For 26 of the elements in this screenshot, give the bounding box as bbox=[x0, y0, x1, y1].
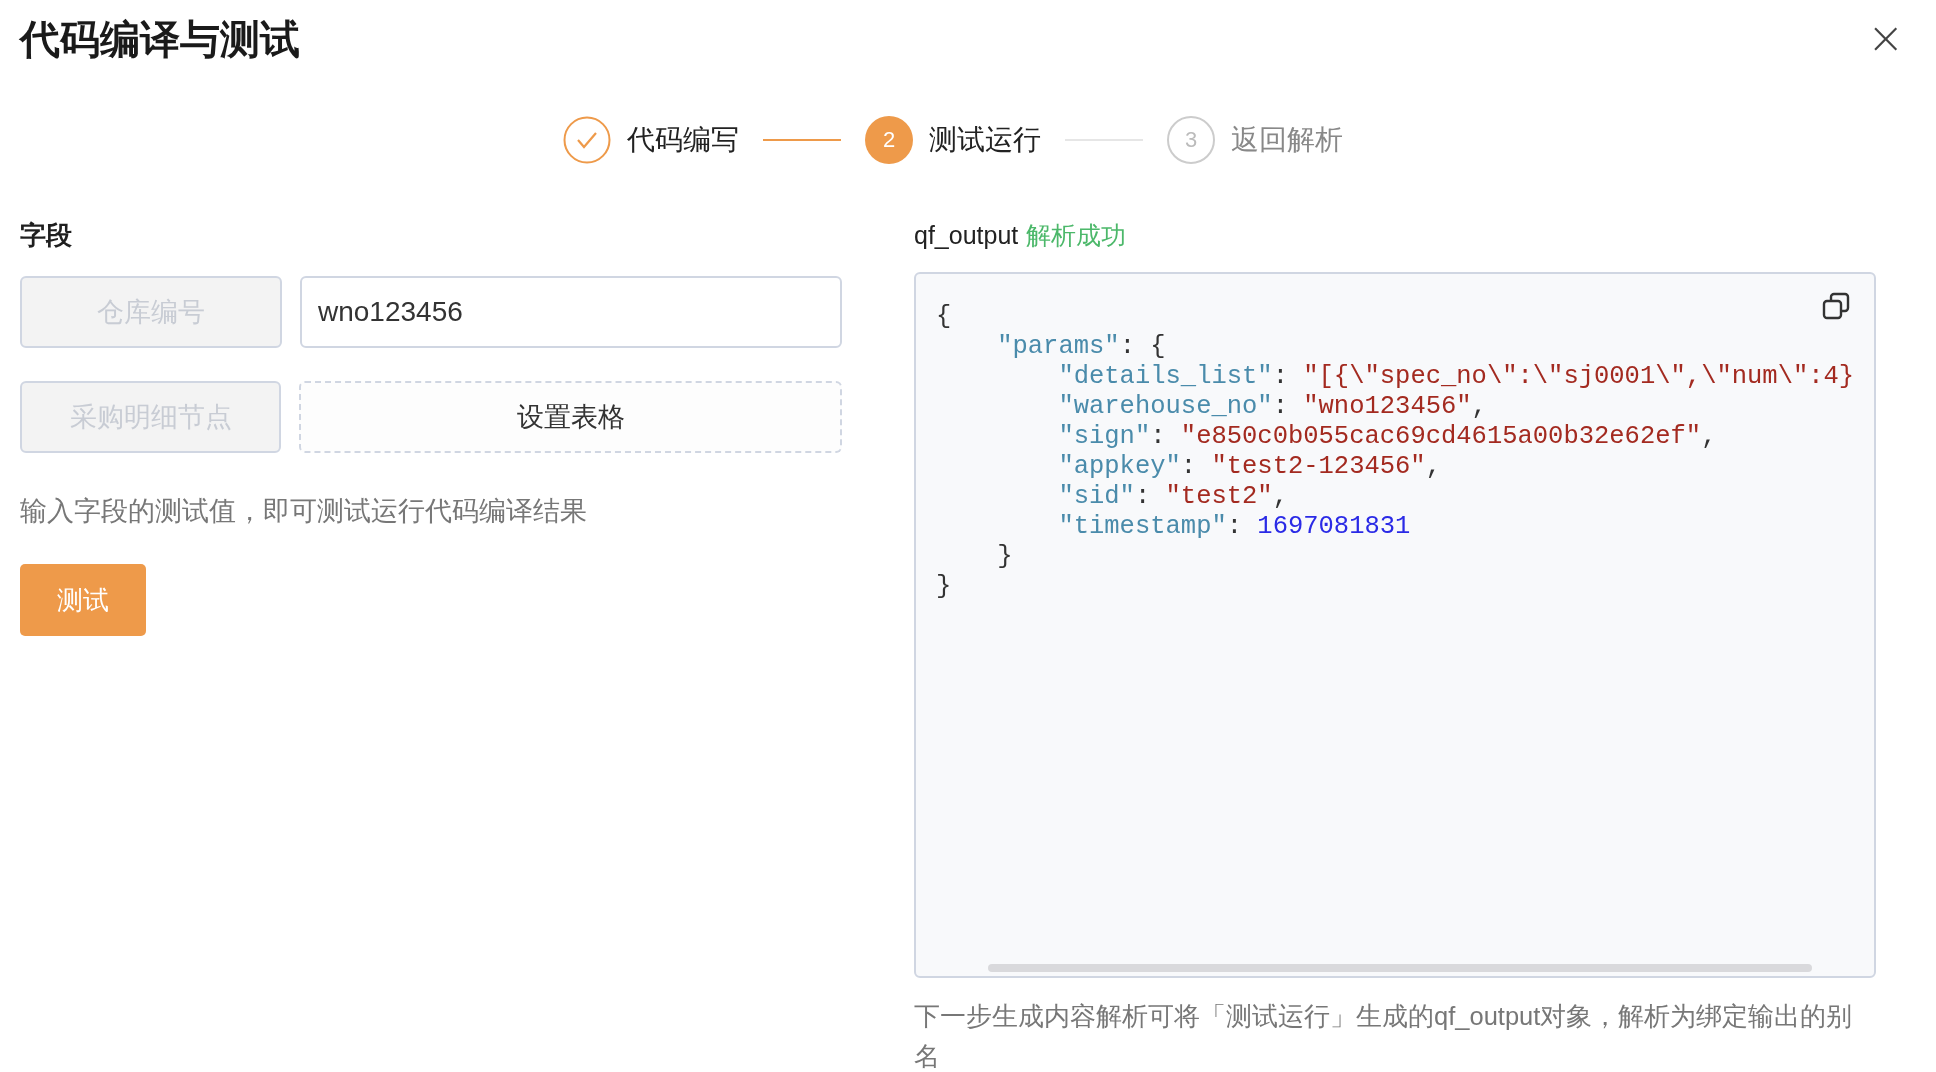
code-line: } bbox=[936, 572, 952, 602]
dialog-title: 代码编译与测试 bbox=[20, 16, 300, 63]
code-line: } bbox=[997, 542, 1013, 572]
code-line: "details_list": "[{\"spec_no\":\"sj0001\",\"num\":4} bbox=[1058, 362, 1855, 392]
set-table-button[interactable]: 设置表格 bbox=[299, 381, 842, 453]
copy-icon[interactable] bbox=[1822, 292, 1850, 320]
hint-text: 输入字段的测试值，即可测试运行代码编译结果 bbox=[20, 495, 588, 528]
output-name: qf_output bbox=[914, 220, 1019, 251]
code-line: "warehouse_no": "wno123456", bbox=[1058, 392, 1487, 422]
step-label: 返回解析 bbox=[1231, 123, 1343, 157]
input-field[interactable]: wno123456 bbox=[300, 276, 842, 348]
success-status: 解析成功 bbox=[1026, 220, 1127, 251]
step-label: 测试运行 bbox=[929, 123, 1041, 157]
code-line: "sign": "e850c0b055cac69cd4615a00b32e62ef", bbox=[1058, 422, 1717, 452]
code-line: "appkey": "test2-123456", bbox=[1058, 452, 1441, 482]
code-line: "timestamp": 1697081831 bbox=[1058, 512, 1411, 542]
step-number: 3 bbox=[1167, 116, 1215, 164]
section-heading: 字段 bbox=[20, 219, 73, 252]
step-label: 代码编写 bbox=[627, 123, 739, 157]
step-number: 2 bbox=[865, 116, 913, 164]
code-line: { bbox=[936, 302, 952, 332]
scrollbar[interactable] bbox=[988, 964, 1812, 972]
code-line: "sid": "test2", bbox=[1058, 482, 1288, 512]
code-line: "params": { bbox=[997, 332, 1166, 362]
note-text: 下一步生成内容解析可将「测试运行」生成的qf_output对象，解析为绑定输出的别名 bbox=[914, 1001, 1854, 1072]
close-button[interactable]: × bbox=[1855, 16, 1916, 60]
